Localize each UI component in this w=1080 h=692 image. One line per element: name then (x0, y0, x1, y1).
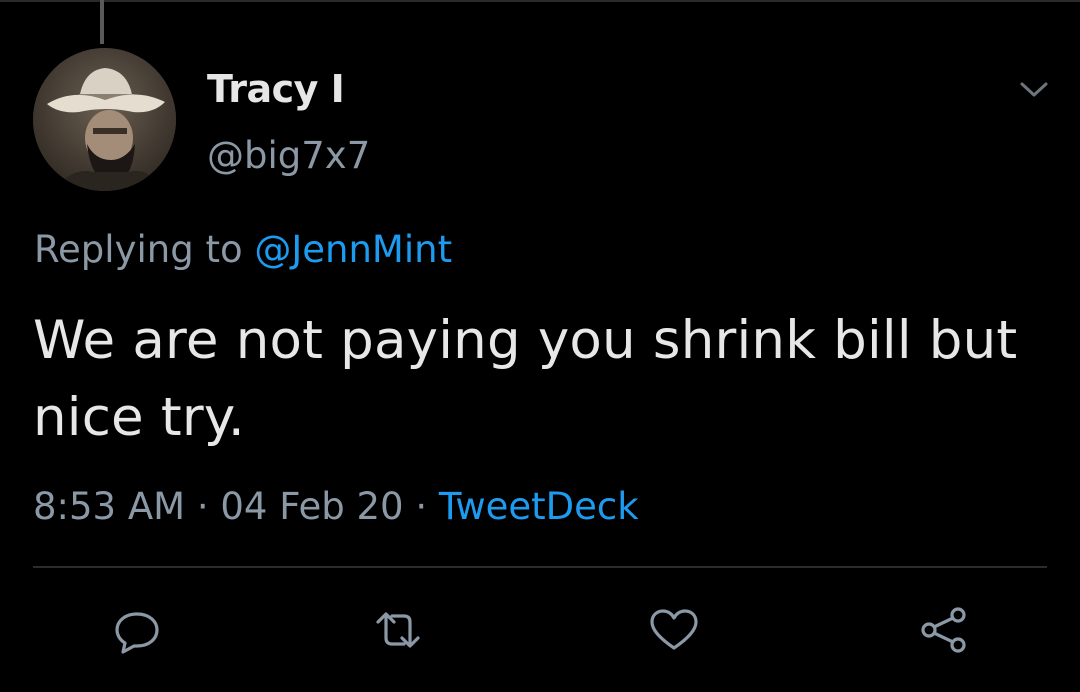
display-name[interactable]: Tracy I (207, 66, 345, 112)
tweet-source[interactable]: TweetDeck (439, 485, 639, 528)
share-icon (921, 607, 966, 653)
reply-icon (115, 612, 159, 654)
actions-divider (33, 566, 1047, 568)
meta-separator: · (185, 485, 221, 528)
thread-connector-line (100, 0, 104, 44)
like-button[interactable] (646, 602, 702, 658)
avatar-photo (33, 48, 176, 191)
chevron-down-icon[interactable] (1016, 74, 1052, 104)
top-divider (0, 0, 1080, 2)
tweet-metadata: 8:53 AM · 04 Feb 20 · TweetDeck (33, 483, 639, 531)
heart-icon (650, 609, 698, 650)
retweet-icon (376, 612, 420, 648)
avatar[interactable] (33, 48, 176, 191)
user-handle[interactable]: @big7x7 (207, 133, 370, 179)
replying-to-line: Replying to @JennMint (34, 226, 452, 274)
meta-separator: · (403, 485, 439, 528)
tweet-time[interactable]: 8:53 AM (33, 485, 185, 528)
tweet-date[interactable]: 04 Feb 20 (220, 485, 403, 528)
replying-to-label: Replying to (34, 228, 255, 271)
tweet-text: We are not paying you shrink bill but ni… (33, 310, 1018, 448)
reply-button[interactable] (109, 602, 165, 658)
retweet-button[interactable] (370, 602, 426, 658)
share-button[interactable] (916, 602, 972, 658)
replying-to-mention[interactable]: @JennMint (254, 228, 452, 271)
